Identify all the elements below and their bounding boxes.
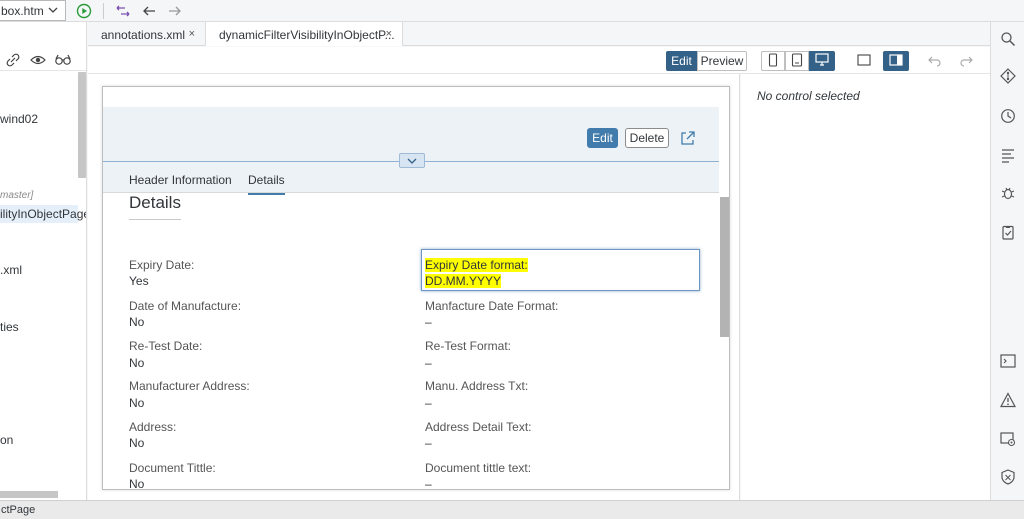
edit-button[interactable]: Edit xyxy=(587,128,618,148)
field-label: Manu. Address Txt: xyxy=(425,379,529,393)
tree-item[interactable]: master] xyxy=(0,190,33,201)
clipboard-check-icon[interactable] xyxy=(999,223,1017,241)
forward-arrow-icon[interactable] xyxy=(166,2,184,20)
properties-panel: No control selected xyxy=(741,74,990,500)
explorer-tools xyxy=(0,49,86,71)
field-value-highlighted: DD.MM.YYYY xyxy=(425,274,502,288)
field-label: Date of Manufacture: xyxy=(129,299,242,313)
workspace-explorer: wind02 master] ilityInObjectPage .xml ti… xyxy=(0,22,87,500)
panel-left-icon xyxy=(857,53,871,69)
status-bar: ctPage xyxy=(0,500,1024,519)
tree-item[interactable]: .xml xyxy=(0,263,22,277)
field-value: – xyxy=(425,436,432,450)
tree-item-selected[interactable]: ilityInObjectPage xyxy=(0,205,86,223)
section-divider xyxy=(129,219,181,220)
field-value: Yes xyxy=(129,274,149,288)
explorer-hscrollbar[interactable] xyxy=(0,491,58,498)
field-value: – xyxy=(425,315,432,329)
explorer-scrollbar[interactable] xyxy=(78,72,86,178)
panel-right-icon xyxy=(889,53,903,69)
eye-icon[interactable] xyxy=(30,53,46,70)
tree-item[interactable]: wind02 xyxy=(0,112,38,126)
file-selector[interactable]: box.htm xyxy=(0,0,66,21)
right-side-rail xyxy=(990,22,1024,500)
field-label: Manufacturer Address: xyxy=(129,379,250,393)
tree-item[interactable]: ties xyxy=(0,320,19,334)
git-icon[interactable] xyxy=(999,67,1017,85)
no-selection-text: No control selected xyxy=(757,89,860,103)
warning-icon[interactable] xyxy=(999,391,1017,409)
dropdown-chevron-icon xyxy=(47,4,59,19)
history-icon[interactable] xyxy=(999,107,1017,125)
field-label-highlighted: Expiry Date format: xyxy=(425,258,528,272)
outline-icon[interactable] xyxy=(999,146,1017,164)
preview-scrollbar[interactable] xyxy=(720,197,729,337)
field-label: Re-Test Date: xyxy=(129,339,203,353)
field-value: No xyxy=(129,396,145,410)
field-value: – xyxy=(425,356,432,370)
collapse-header-button[interactable] xyxy=(399,153,425,168)
close-icon[interactable]: × xyxy=(189,28,195,40)
close-icon[interactable]: × xyxy=(386,28,392,40)
field-label: Document tittle text: xyxy=(425,461,532,475)
layout-editor-toolbar: Edit Preview xyxy=(88,47,990,74)
field-value: No xyxy=(129,315,145,329)
edit-mode-button[interactable]: Edit xyxy=(666,51,697,71)
anchor-header-information[interactable]: Header Information xyxy=(129,173,232,187)
field-value: – xyxy=(425,477,432,490)
share-icon[interactable] xyxy=(679,129,697,147)
anchor-details[interactable]: Details xyxy=(248,173,285,195)
tab-label: annotations.xml xyxy=(101,28,186,42)
back-arrow-icon[interactable] xyxy=(140,2,158,20)
transfer-icon[interactable] xyxy=(114,2,132,20)
undo-icon[interactable] xyxy=(924,51,946,71)
toolbar-separator xyxy=(103,3,104,19)
link-icon[interactable] xyxy=(6,53,20,70)
tab-label: dynamicFilterVisibilityInObjectP... xyxy=(219,28,395,42)
field-label: Address Detail Text: xyxy=(425,420,532,434)
debug-icon[interactable] xyxy=(999,184,1017,202)
preview-mode-button[interactable]: Preview xyxy=(697,51,747,71)
field-label: Document Tittle: xyxy=(129,461,216,475)
phone-icon xyxy=(768,52,778,70)
image-settings-icon[interactable] xyxy=(999,430,1017,448)
field-value: No xyxy=(129,477,145,490)
app-preview-frame: Edit Delete Header Information Details D… xyxy=(102,86,730,490)
run-icon[interactable] xyxy=(74,2,94,20)
glasses-icon[interactable] xyxy=(54,53,72,70)
desktop-device-button[interactable] xyxy=(809,51,835,71)
toggle-left-panel-button[interactable] xyxy=(852,51,876,71)
main-toolbar: box.htm xyxy=(0,0,1024,22)
field-label: Address: xyxy=(129,420,177,434)
field-label: Expiry Date: xyxy=(129,258,195,272)
tab-annotations-xml[interactable]: annotations.xml × xyxy=(88,22,206,46)
field-label: Manfacture Date Format: xyxy=(425,299,559,313)
search-icon[interactable] xyxy=(999,30,1017,48)
toggle-right-panel-button[interactable] xyxy=(883,51,909,71)
field-label: Re-Test Format: xyxy=(425,339,512,353)
tree-item[interactable]: on xyxy=(0,433,13,447)
field-value: No xyxy=(129,436,145,450)
tab-object-page[interactable]: dynamicFilterVisibilityInObjectP... × xyxy=(206,22,403,46)
desktop-icon xyxy=(815,53,829,69)
redo-icon[interactable] xyxy=(955,51,977,71)
delete-button[interactable]: Delete xyxy=(625,128,669,148)
phone-device-button[interactable] xyxy=(761,51,785,71)
status-text: ctPage xyxy=(1,504,36,516)
tablet-icon xyxy=(791,52,803,70)
section-title: Details xyxy=(129,193,181,212)
field-value: No xyxy=(129,356,145,370)
editor-tabs: annotations.xml × dynamicFilterVisibilit… xyxy=(88,22,990,46)
layout-canvas: Edit Delete Header Information Details D… xyxy=(88,74,740,500)
tablet-device-button[interactable] xyxy=(785,51,809,71)
chevron-down-icon xyxy=(406,154,418,168)
terminal-icon[interactable] xyxy=(999,352,1017,370)
file-selector-label: box.htm xyxy=(1,4,44,18)
field-value: – xyxy=(425,396,432,410)
shield-icon[interactable] xyxy=(999,468,1017,486)
